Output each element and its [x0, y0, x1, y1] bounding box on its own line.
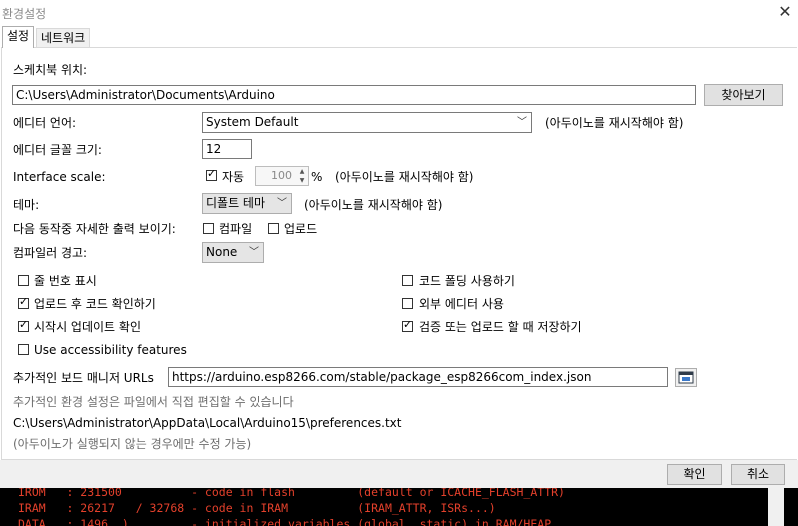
- restart-note-theme: (아두이노를 재시작해야 함): [304, 198, 443, 212]
- line-numbers-checkbox[interactable]: [18, 275, 29, 286]
- ok-button[interactable]: 확인: [667, 464, 722, 485]
- console-scrollbar[interactable]: [768, 488, 784, 526]
- board-manager-url-input[interactable]: https://arduino.esp8266.com/stable/packa…: [168, 367, 668, 387]
- title-bar: 환경설정 ✕: [0, 0, 798, 26]
- cancel-button[interactable]: 취소: [731, 464, 785, 485]
- board-manager-label: 추가적인 보드 매니저 URLs: [13, 371, 154, 385]
- verbose-upload-checkbox[interactable]: [268, 223, 279, 234]
- browse-button[interactable]: 찾아보기: [704, 84, 783, 106]
- save-on-verify-checkbox[interactable]: [402, 318, 413, 332]
- compiler-warnings-select[interactable]: None ﹀: [202, 242, 264, 263]
- preferences-path: C:\Users\Administrator\AppData\Local\Ard…: [13, 416, 402, 430]
- spin-down-icon[interactable]: ▼: [296, 176, 308, 185]
- verify-after-upload-label: 업로드 후 코드 확인하기: [34, 297, 156, 311]
- chevron-down-icon: ﹀: [249, 247, 259, 258]
- dialog-footer: 확인 취소: [0, 460, 798, 488]
- compiler-warnings-label: 컴파일러 경고:: [13, 246, 88, 260]
- code-folding-checkbox[interactable]: [402, 275, 413, 286]
- window-title: 환경설정: [2, 7, 47, 21]
- verify-after-upload-checkbox[interactable]: [18, 295, 29, 309]
- console-text-area: IROM : 231500 - code in flash (default o…: [12, 488, 768, 526]
- console-line: IRAM : 26217 / 32768 - code in IRAM (IRA…: [18, 501, 496, 515]
- theme-value: 디폴트 테마: [206, 196, 266, 210]
- external-editor-label: 외부 에디터 사용: [419, 297, 504, 311]
- code-folding-label: 코드 폴딩 사용하기: [419, 274, 515, 288]
- font-size-label: 에디터 글꼴 크기:: [13, 143, 102, 157]
- verbose-compile-checkbox[interactable]: [203, 223, 214, 234]
- chevron-down-icon: ﹀: [517, 117, 527, 128]
- verbose-upload-label: 업로드: [284, 222, 318, 236]
- theme-label: 테마:: [13, 198, 40, 212]
- line-numbers-label: 줄 번호 표시: [34, 274, 97, 288]
- scale-value: 100: [271, 169, 292, 182]
- tab-bar: 설정 네트워크: [0, 26, 798, 48]
- console-output: IROM : 231500 - code in flash (default o…: [0, 488, 798, 526]
- compiler-warnings-value: None: [206, 245, 238, 259]
- check-updates-checkbox[interactable]: [18, 318, 29, 332]
- restart-note-language: (아두이노를 재시작해야 함): [545, 116, 684, 130]
- save-on-verify-label: 검증 또는 업로드 할 때 저장하기: [419, 320, 582, 334]
- interface-scale-label: Interface scale:: [13, 170, 106, 184]
- chevron-down-icon: ﹀: [277, 198, 287, 209]
- restart-note-scale: (아두이노를 재시작해야 함): [335, 170, 474, 184]
- editor-language-value: System Default: [206, 115, 299, 129]
- editor-language-select[interactable]: System Default ﹀: [202, 112, 532, 133]
- theme-select[interactable]: 디폴트 테마 ﹀: [202, 193, 292, 214]
- close-icon[interactable]: ✕: [776, 3, 794, 21]
- expand-window-icon[interactable]: [675, 368, 697, 387]
- sketchbook-label: 스케치북 위치:: [13, 63, 88, 77]
- editor-language-label: 에디터 언어:: [13, 116, 77, 130]
- tab-settings[interactable]: 설정: [2, 26, 35, 48]
- accessibility-label: Use accessibility features: [34, 343, 187, 357]
- edit-note: (아두이노가 실행되지 않는 경우에만 수정 가능): [13, 437, 252, 451]
- percent-label: %: [311, 170, 323, 184]
- auto-scale-checkbox[interactable]: [206, 167, 217, 181]
- accessibility-checkbox[interactable]: [18, 344, 29, 355]
- more-prefs-note: 추가적인 환경 설정은 파일에서 직접 편집할 수 있습니다: [13, 395, 294, 409]
- spin-up-icon[interactable]: ▲: [296, 167, 308, 176]
- scale-spinner[interactable]: 100 ▲ ▼: [255, 166, 309, 186]
- tab-network[interactable]: 네트워크: [36, 28, 91, 47]
- verbose-compile-label: 컴파일: [219, 222, 253, 236]
- check-updates-label: 시작시 업데이트 확인: [34, 320, 141, 334]
- external-editor-checkbox[interactable]: [402, 298, 413, 309]
- console-line: DATA : 1496 ) - initialized variables (g…: [18, 517, 552, 526]
- auto-scale-label: 자동: [222, 170, 245, 184]
- console-line: IROM : 231500 - code in flash (default o…: [18, 488, 565, 499]
- verbose-label: 다음 동작중 자세한 출력 보이기:: [13, 222, 176, 236]
- font-size-input[interactable]: 12: [202, 139, 252, 159]
- sketchbook-path-input[interactable]: C:\Users\Administrator\Documents\Arduino: [12, 85, 696, 105]
